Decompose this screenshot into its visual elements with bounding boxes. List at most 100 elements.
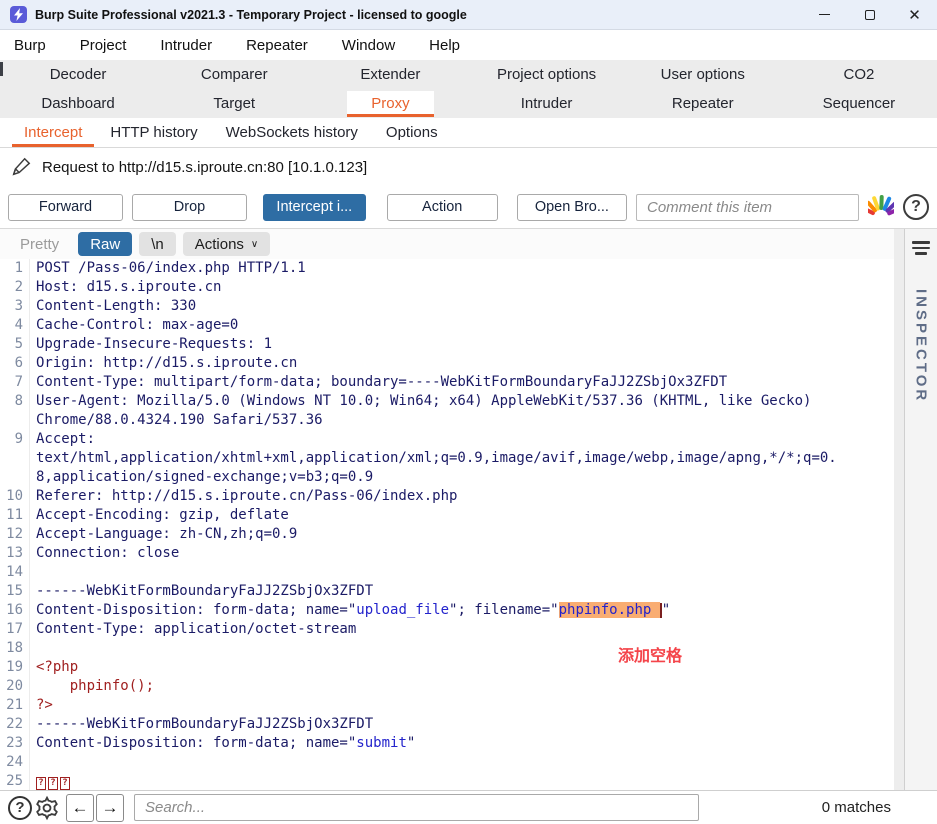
search-input[interactable] — [134, 794, 699, 821]
pencil-icon — [10, 156, 32, 178]
line-content: phpinfo(); — [30, 677, 154, 696]
line-content: Upgrade-Insecure-Requests: 1 — [30, 335, 272, 354]
code-segment: ------WebKitFormBoundaryFaJJ2ZSbjOx3ZFDT — [36, 583, 373, 599]
tab-repeater[interactable]: Repeater — [625, 89, 781, 118]
minimize-button[interactable] — [802, 0, 847, 29]
tab-extender[interactable]: Extender — [312, 60, 468, 89]
tab-label: CO2 — [823, 63, 894, 86]
tab-co2[interactable]: CO2 — [781, 60, 937, 89]
chevron-down-icon: ∨ — [251, 239, 258, 250]
menu-item-burp[interactable]: Burp — [10, 34, 58, 57]
tab-dashboard[interactable]: Dashboard — [0, 89, 156, 118]
menu-item-repeater[interactable]: Repeater — [242, 34, 320, 57]
tab-target[interactable]: Target — [156, 89, 312, 118]
comment-input[interactable] — [636, 194, 859, 221]
line-number: 15 — [0, 582, 30, 601]
tab-intruder[interactable]: Intruder — [469, 89, 625, 118]
raw-request-editor[interactable]: 1POST /Pass-06/index.php HTTP/1.12Host: … — [0, 259, 894, 790]
line-content: Content-Type: application/octet-stream — [30, 620, 356, 639]
tab-sequencer[interactable]: Sequencer — [781, 89, 937, 118]
inspector-collapse-icon[interactable] — [912, 241, 930, 255]
tab-project-options[interactable]: Project options — [469, 60, 625, 89]
editor-row: 16Content-Disposition: form-data; name="… — [0, 601, 894, 620]
tab-strip-edge — [0, 62, 3, 76]
tab-comparer[interactable]: Comparer — [156, 60, 312, 89]
highlight-color-icon[interactable] — [868, 195, 894, 219]
editor-row: 19<?php — [0, 658, 894, 677]
search-next-button[interactable]: → — [96, 794, 124, 822]
raw-tab[interactable]: Raw — [78, 232, 132, 256]
menu-item-project[interactable]: Project — [76, 34, 139, 57]
drop-button[interactable]: Drop — [132, 194, 247, 221]
line-number: 24 — [0, 753, 30, 772]
code-segment: Upgrade-Insecure-Requests: 1 — [36, 336, 272, 352]
burp-window: Burp Suite Professional v2021.3 - Tempor… — [0, 0, 937, 824]
line-number: 21 — [0, 696, 30, 715]
editor-row: 11Accept-Encoding: gzip, deflate — [0, 506, 894, 525]
tab-user-options[interactable]: User options — [625, 60, 781, 89]
line-content: ------WebKitFormBoundaryFaJJ2ZSbjOx3ZFDT — [30, 715, 373, 734]
editor-row: 12Accept-Language: zh-CN,zh;q=0.9 — [0, 525, 894, 544]
subtab-options[interactable]: Options — [372, 118, 452, 147]
line-number: 4 — [0, 316, 30, 335]
help-icon[interactable]: ? — [903, 194, 929, 220]
burp-app-icon — [10, 6, 27, 23]
code-segment: " — [662, 602, 670, 618]
code-segment: Chrome/88.0.4324.190 Safari/537.36 — [36, 412, 323, 428]
editor-row: 10Referer: http://d15.s.iproute.cn/Pass-… — [0, 487, 894, 506]
show-newlines-button[interactable]: \n — [139, 232, 176, 256]
editor-scrollbar[interactable] — [894, 229, 904, 790]
proxy-subtabs: InterceptHTTP historyWebSockets historyO… — [0, 118, 937, 148]
editor-row: 8,application/signed-exchange;v=b3;q=0.9 — [0, 468, 894, 487]
line-number: 22 — [0, 715, 30, 734]
line-content: Content-Length: 330 — [30, 297, 196, 316]
intercept-toggle-button[interactable]: Intercept i... — [263, 194, 366, 221]
close-button[interactable]: ✕ — [892, 0, 937, 29]
tab-decoder[interactable]: Decoder — [0, 60, 156, 89]
search-settings-gear-icon[interactable] — [34, 795, 60, 821]
code-segment: Accept-Encoding: gzip, deflate — [36, 507, 289, 523]
add-space-annotation: 添加空格 — [618, 642, 682, 666]
line-number: 19 — [0, 658, 30, 677]
subtab-http-history[interactable]: HTTP history — [96, 118, 211, 147]
editor-row: 6Origin: http://d15.s.iproute.cn — [0, 354, 894, 373]
subtab-websockets-history[interactable]: WebSockets history — [212, 118, 372, 147]
editor-row: 22 ------WebKitFormBoundaryFaJJ2ZSbjOx3ZF… — [0, 715, 894, 734]
menu-item-intruder[interactable]: Intruder — [156, 34, 224, 57]
line-number: 3 — [0, 297, 30, 316]
search-bar: ? ← → 0 matches — [0, 790, 937, 824]
line-number: 14 — [0, 563, 30, 582]
line-content: Content-Disposition: form-data; name="up… — [30, 601, 670, 620]
menu-item-help[interactable]: Help — [425, 34, 472, 57]
editor-toolbar: Pretty Raw \n Actions ∨ — [0, 229, 894, 259]
code-segment: User-Agent: Mozilla/5.0 (Windows NT 10.0… — [36, 393, 811, 409]
code-segment: Accept-Language: zh-CN,zh;q=0.9 — [36, 526, 297, 542]
line-content: Cache-Control: max-age=0 — [30, 316, 238, 335]
line-number: 9 — [0, 430, 30, 449]
line-content: <?php — [30, 658, 78, 677]
line-content: Content-Disposition: form-data; name="su… — [30, 734, 415, 753]
menu-bar: Burp Project Intruder Repeater Window Help — [0, 30, 937, 60]
line-number: 10 — [0, 487, 30, 506]
inspector-rail[interactable]: INSPECTOR — [904, 229, 937, 790]
code-segment: Content-Disposition: form-data; name=" — [36, 602, 356, 618]
highlighted-filename: phpinfo.php — [559, 602, 660, 618]
actions-dropdown[interactable]: Actions ∨ — [183, 232, 271, 256]
code-segment: text/html,application/xhtml+xml,applicat… — [36, 450, 837, 466]
line-content: Chrome/88.0.4324.190 Safari/537.36 — [30, 411, 323, 430]
tab-proxy[interactable]: Proxy — [312, 89, 468, 118]
tab-label: User options — [641, 63, 765, 86]
forward-button[interactable]: Forward — [8, 194, 123, 221]
action-button[interactable]: Action — [387, 194, 498, 221]
open-browser-button[interactable]: Open Bro... — [517, 194, 627, 221]
subtab-intercept[interactable]: Intercept — [10, 118, 96, 147]
maximize-button[interactable] — [847, 0, 892, 29]
code-segment: ------WebKitFormBoundaryFaJJ2ZSbjOx3ZFDT — [36, 716, 373, 732]
search-help-icon[interactable]: ? — [8, 796, 32, 820]
menu-item-window[interactable]: Window — [338, 34, 407, 57]
pretty-tab[interactable]: Pretty — [8, 232, 71, 256]
code-segment: " — [407, 735, 415, 751]
search-prev-button[interactable]: ← — [66, 794, 94, 822]
line-number: 2 — [0, 278, 30, 297]
code-segment: ?> — [36, 697, 53, 713]
